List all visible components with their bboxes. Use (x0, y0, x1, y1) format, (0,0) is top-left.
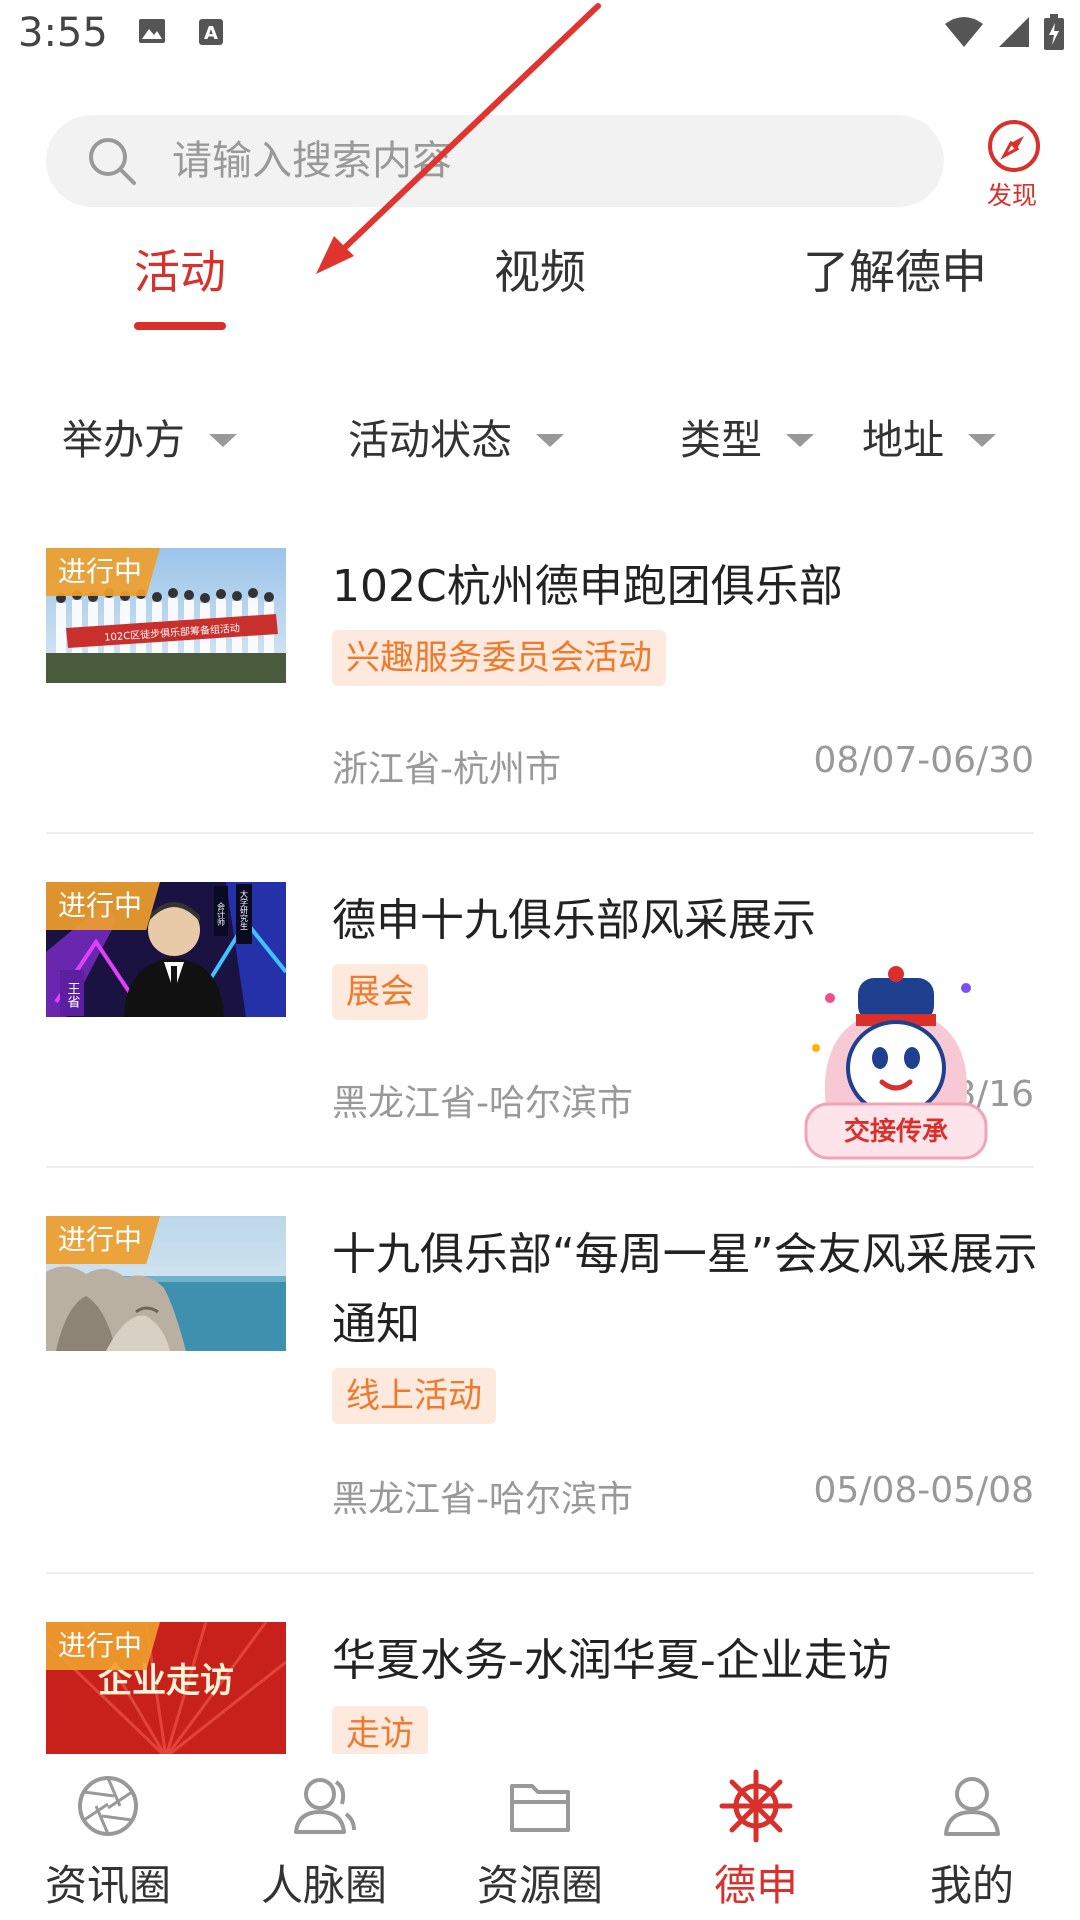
status-icons-left: A (138, 18, 224, 46)
activity-location: 黑龙江省-哈尔滨市 (332, 1479, 633, 1520)
caret-down-icon (209, 433, 237, 447)
person-name: 王省 (65, 982, 81, 1008)
status-time: 3:55 (18, 10, 108, 56)
filter-type[interactable]: 类型 (680, 400, 814, 480)
filter-label: 活动状态 (348, 416, 512, 464)
activity-location: 黑龙江省-哈尔滨市 (332, 1083, 633, 1124)
nav-label: 资讯圈 (44, 1861, 171, 1910)
signal-icon (999, 17, 1029, 47)
nav-label: 人脉圈 (260, 1861, 387, 1910)
tab-activities[interactable]: 活动 (100, 232, 260, 332)
nav-label: 德申 (713, 1861, 798, 1910)
caret-down-icon (968, 433, 996, 447)
tab-about-deshen[interactable]: 了解德申 (770, 232, 1020, 332)
nav-label: 资源圈 (476, 1861, 603, 1910)
activity-title: 102C杭州德申跑团俱乐部 (332, 561, 843, 612)
status-badge: 进行中 (46, 882, 161, 930)
folder-icon (510, 1784, 570, 1832)
mascot-floating-button[interactable]: 交接传承 (796, 958, 996, 1178)
activity-tag: 线上活动 (332, 1368, 496, 1424)
bottom-nav: 资讯圈 人脉圈 资源圈 德申 我的 (0, 1754, 1080, 1920)
wifi-icon (945, 17, 983, 47)
activity-tag: 展会 (332, 964, 428, 1020)
status-badge: 进行中 (46, 1216, 161, 1264)
nav-news-circle[interactable]: 资讯圈 (0, 1754, 216, 1920)
nav-resource-circle[interactable]: 资源圈 (432, 1754, 648, 1920)
side-text-1: 会计师 (217, 901, 226, 927)
filter-label: 类型 (680, 416, 762, 464)
activity-title: 十九俱乐部“每周一星”会友风采展示通知 (332, 1229, 1038, 1350)
filter-organizer[interactable]: 举办方 (62, 400, 237, 480)
search-icon (89, 138, 136, 185)
person-icon (944, 1777, 1000, 1836)
filter-bar: 举办方 活动状态 类型 地址 (0, 400, 1080, 480)
mascot-icon: 交接传承 (804, 966, 988, 1160)
filter-activity-status[interactable]: 活动状态 (348, 400, 564, 480)
status-badge: 进行中 (46, 1622, 161, 1670)
activity-thumbnail: 进行中 (46, 1216, 286, 1351)
side-text-2: 大学研究生 (240, 889, 249, 930)
activity-date: 05/08-05/08 (813, 1470, 1034, 1511)
a-text-icon: A (199, 19, 223, 45)
mascot-label: 交接传承 (844, 1116, 948, 1147)
activity-date: 08/07-06/30 (813, 740, 1034, 781)
filter-label: 举办方 (62, 416, 185, 464)
svg-text:A: A (204, 23, 218, 44)
nav-label: 我的 (929, 1861, 1014, 1910)
ship-wheel-icon (719, 1769, 793, 1843)
activity-title: 德申十九俱乐部风采展示 (332, 895, 816, 946)
search-bar[interactable] (46, 115, 944, 207)
caret-down-icon (786, 433, 814, 447)
activity-title: 华夏水务-水润华夏-企业走访 (332, 1635, 892, 1686)
image-icon (139, 19, 165, 43)
activity-location: 浙江省-杭州市 (332, 749, 561, 790)
nav-deshen[interactable]: 德申 (648, 1754, 864, 1920)
status-icons-right (944, 14, 1064, 50)
filter-label: 地址 (862, 416, 944, 464)
aperture-icon (78, 1776, 138, 1836)
divider (46, 832, 1034, 834)
filter-address[interactable]: 地址 (862, 400, 996, 480)
nav-mine[interactable]: 我的 (864, 1754, 1080, 1920)
discover-button[interactable]: 发现 (982, 118, 1046, 212)
status-bar: 3:55 A (0, 0, 1080, 74)
battery-charging-icon (1044, 14, 1064, 50)
active-tab-indicator (134, 322, 226, 330)
status-badge: 进行中 (46, 548, 161, 596)
activity-tag: 兴趣服务委员会活动 (332, 630, 666, 686)
compass-icon (988, 120, 1040, 172)
nav-contacts-circle[interactable]: 人脉圈 (216, 1754, 432, 1920)
divider (46, 1572, 1034, 1574)
tab-bar: 活动 视频 了解德申 (0, 232, 1080, 332)
activity-thumbnail: 会计师 大学研究生 王省 进行中 (46, 882, 286, 1017)
contacts-icon (294, 1778, 356, 1834)
discover-label: 发现 (986, 181, 1037, 210)
activity-thumbnail: 102C区徒步俱乐部筹备组活动 进行中 (46, 548, 286, 683)
tab-videos[interactable]: 视频 (450, 232, 630, 332)
activity-thumbnail: 企业走访 进行中 (46, 1622, 286, 1755)
caret-down-icon (536, 433, 564, 447)
search-input[interactable] (172, 115, 912, 207)
